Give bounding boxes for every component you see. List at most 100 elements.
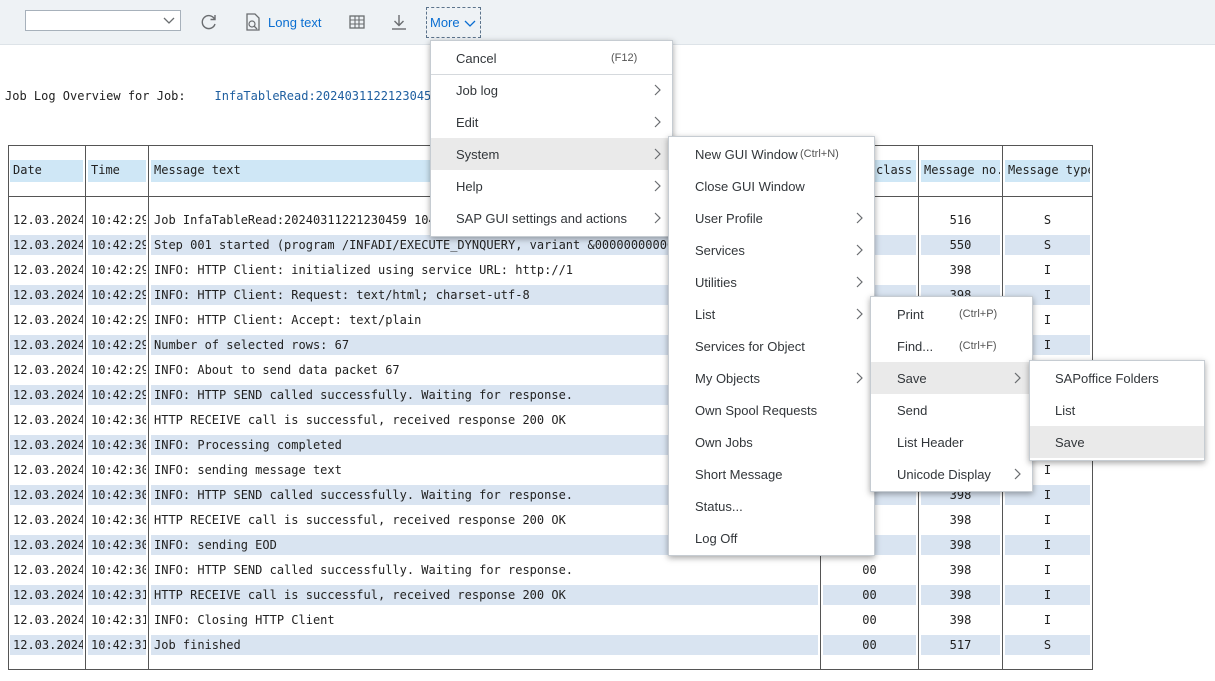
more-menu: Cancel (F12) Job log Edit System Help SAP GUI … (430, 40, 673, 237)
cell-message-type: I (1005, 535, 1090, 555)
cell-date: 12.03.2024 (13, 313, 83, 327)
chevron-down-icon (162, 13, 176, 30)
refresh-icon (199, 12, 219, 32)
cell-message-type: S (1005, 635, 1090, 655)
system-menu-item-own-spool-requests[interactable]: Own Spool Requests (669, 394, 874, 426)
more-menu-item-cancel[interactable]: Cancel (F12) (431, 42, 672, 74)
more-menu-item-job-log[interactable]: Job log (431, 74, 672, 106)
cell-message-type: I (1005, 585, 1090, 605)
save-menu-item-label: List (1055, 402, 1076, 418)
list-menu-item-send[interactable]: Send (871, 394, 1032, 426)
table-row[interactable]: 12.03.2024 10:42:30 HTTP RECEIVE call is s… (9, 510, 1092, 530)
table-row[interactable]: 12.03.2024 10:42:31 Job finished 00 517 S (9, 635, 1092, 655)
chevron-right-icon (1012, 372, 1022, 387)
table-row[interactable]: 12.03.2024 10:42:29 INFO: HTTP Client: ini… (9, 260, 1092, 280)
list-menu-item-save[interactable]: Save (871, 362, 1032, 394)
system-menu-item-status[interactable]: Status... (669, 490, 874, 522)
long-text-label: Long text (268, 14, 322, 30)
list-menu-item-print[interactable]: Print (Ctrl+P) (871, 298, 1032, 330)
column-header-message-no[interactable]: Message no. (921, 160, 1000, 182)
column-header-message-class[interactable]: class (873, 160, 916, 182)
save-menu-item-save[interactable]: Save (1030, 426, 1204, 458)
system-menu-item-services-for-object[interactable]: Services for Object (669, 330, 874, 362)
cell-date: 12.03.2024 (10, 285, 83, 305)
system-menu-item-list[interactable]: List (669, 298, 874, 330)
more-menu-item-sap-gui-settings-and-actions[interactable]: SAP GUI settings and actions (431, 202, 672, 234)
cell-date: 12.03.2024 (10, 535, 83, 555)
save-menu-item-list[interactable]: List (1030, 394, 1204, 426)
cell-date: 12.03.2024 (13, 363, 83, 377)
cell-time: 10:42:29 (91, 213, 146, 227)
cell-date: 12.03.2024 (10, 235, 83, 255)
cell-message-no: 398 (949, 513, 972, 527)
system-menu-item-services[interactable]: Services (669, 234, 874, 266)
list-submenu: Print (Ctrl+P) Find... (Ctrl+F) Save Send List… (870, 296, 1033, 492)
column-header-date[interactable]: Date (10, 160, 83, 182)
table-row[interactable]: 12.03.2024 10:42:31 HTTP RECEIVE call is s… (9, 585, 1092, 605)
cell-date: 12.03.2024 (10, 435, 83, 455)
save-menu-item-sapoffice-folders[interactable]: SAPoffice Folders (1030, 362, 1204, 394)
cell-time: 10:42:29 (88, 335, 146, 355)
system-menu-item-log-off[interactable]: Log Off (669, 522, 874, 554)
cell-time: 10:42:29 (91, 263, 146, 277)
system-menu-item-label: Short Message (695, 466, 783, 482)
cell-date: 12.03.2024 (13, 213, 83, 227)
job-name[interactable]: InfaTableRead:20240311221230459 (215, 89, 439, 103)
system-menu-item-user-profile[interactable]: User Profile (669, 202, 874, 234)
variant-dropdown[interactable] (25, 10, 181, 31)
cell-time: 10:42:30 (88, 535, 146, 555)
column-header-time[interactable]: Time (88, 160, 146, 182)
cell-date: 12.03.2024 (13, 263, 83, 277)
system-menu-item-label: Close GUI Window (695, 178, 805, 194)
system-menu-item-short-message[interactable]: Short Message (669, 458, 874, 490)
cell-message-type: I (1043, 513, 1052, 527)
save-menu-item-label: Save (1055, 434, 1085, 450)
table-row[interactable]: 12.03.2024 10:42:29 Step 001 started (prog… (9, 235, 1092, 255)
cell-time: 10:42:30 (91, 513, 146, 527)
save-menu-item-label: SAPoffice Folders (1055, 370, 1159, 386)
system-menu-item-label: Status... (695, 498, 743, 514)
refresh-button[interactable] (199, 8, 219, 36)
more-menu-item-edit[interactable]: Edit (431, 106, 672, 138)
system-menu-item-label: New GUI Window (695, 146, 798, 162)
system-menu-item-own-jobs[interactable]: Own Jobs (669, 426, 874, 458)
list-menu-item-list-header[interactable]: List Header (871, 426, 1032, 458)
table-row[interactable]: 12.03.2024 10:42:30 INFO: HTTP SEND called… (9, 560, 1092, 580)
more-menu-item-help[interactable]: Help (431, 170, 672, 202)
list-menu-item-find[interactable]: Find... (Ctrl+F) (871, 330, 1032, 362)
cell-message-class: 00 (862, 613, 877, 627)
cell-message-no: 516 (949, 213, 972, 227)
system-menu-item-close-gui-window[interactable]: Close GUI Window (669, 170, 874, 202)
chevron-right-icon (854, 244, 864, 259)
cell-message-no: 398 (949, 263, 972, 277)
download-button[interactable] (389, 8, 409, 36)
more-menu-item-label: SAP GUI settings and actions (456, 210, 628, 226)
cell-message-no: 517 (921, 635, 1000, 655)
table-row[interactable]: 12.03.2024 10:42:31 INFO: Closing HTTP Cli… (9, 610, 1092, 630)
cell-message-type: S (1043, 213, 1052, 227)
long-text-button[interactable]: Long text (244, 8, 322, 36)
cell-time: 10:42:30 (91, 563, 146, 577)
more-menu-item-label: Help (456, 178, 483, 194)
more-menu-item-label: Edit (456, 114, 479, 130)
system-menu-item-label: My Objects (695, 370, 761, 386)
cell-date: 12.03.2024 (13, 413, 83, 427)
more-button[interactable]: More (426, 7, 481, 38)
system-menu-item-utilities[interactable]: Utilities (669, 266, 874, 298)
cell-message-class: 00 (823, 635, 916, 655)
table-grid-icon (348, 13, 366, 31)
cell-message-text: Job finished (151, 635, 818, 655)
table-settings-button[interactable] (348, 8, 366, 36)
chevron-right-icon (854, 372, 864, 387)
chevron-right-icon (1012, 468, 1022, 483)
more-menu-item-system[interactable]: System (431, 138, 672, 170)
system-menu-item-new-gui-window[interactable]: New GUI Window (Ctrl+N) (669, 138, 874, 170)
list-menu-item-unicode-display[interactable]: Unicode Display (871, 458, 1032, 490)
column-header-message-type[interactable]: Message type (1005, 160, 1090, 182)
cell-time: 10:42:31 (91, 613, 146, 627)
cell-message-text: INFO: Closing HTTP Client (154, 613, 335, 627)
cell-message-type: I (1043, 263, 1052, 277)
system-menu-item-my-objects[interactable]: My Objects (669, 362, 874, 394)
table-row[interactable]: 12.03.2024 10:42:30 INFO: sending EOD 398 I (9, 535, 1092, 555)
more-menu-item-label: System (456, 146, 500, 162)
